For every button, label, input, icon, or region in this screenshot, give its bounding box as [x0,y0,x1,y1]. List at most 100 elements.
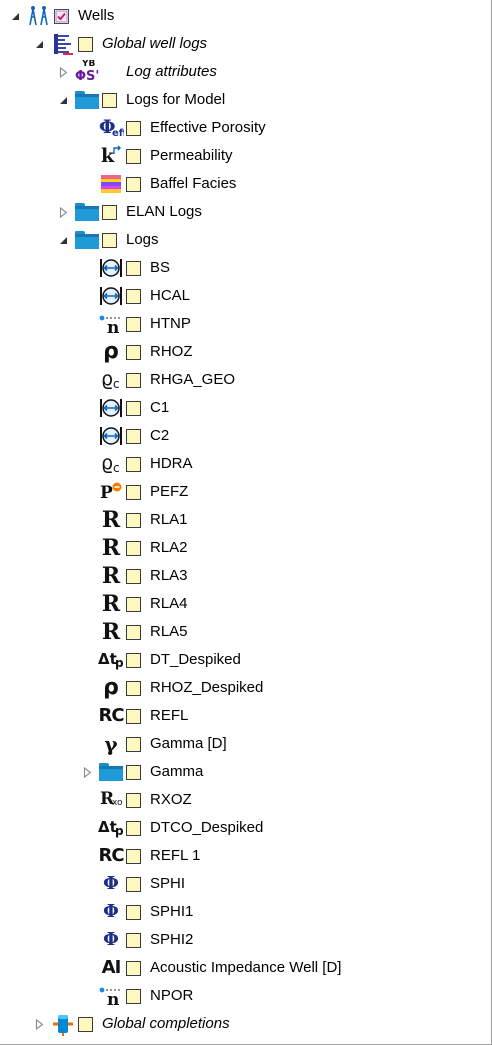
visibility-checkbox[interactable] [102,232,117,248]
visibility-checkbox[interactable] [126,428,141,444]
expanded-arrow-icon [59,96,67,104]
visibility-checkbox[interactable] [126,988,141,1004]
wells-icon [26,4,52,28]
visibility-checkbox[interactable] [126,624,141,640]
tree-node-label: RLA3 [150,567,188,584]
visibility-checkbox[interactable] [126,736,141,752]
visibility-checkbox[interactable] [126,344,141,360]
expander-toggle[interactable] [56,65,70,79]
density-icon: ρ [103,676,119,700]
tree-node-refl[interactable]: RC REFL [80,702,188,730]
tree-node-hdra[interactable]: ϱ c HDRA [80,450,193,478]
tree-node-htnp[interactable]: n HTNP [80,310,191,338]
visibility-checkbox[interactable] [126,120,141,136]
porosity-icon: Φ [103,901,119,922]
visibility-checkbox[interactable] [126,568,141,584]
tree-node-label: C2 [150,427,170,444]
tree-node-rla5[interactable]: R RLA5 [80,618,188,646]
tree-node-sphi1[interactable]: Φ SPHI1 [80,898,193,926]
tree-node-hcal[interactable]: HCAL [80,282,190,310]
visibility-checkbox[interactable] [126,904,141,920]
tree-node-global-well-logs[interactable]: Global well logs [32,30,207,58]
tree-node-sphi2[interactable]: Φ SPHI2 [80,926,193,954]
tree-node-acoustic-impedance-well-d[interactable]: AI Acoustic Impedance Well [D] [80,954,342,982]
tree-node-gamma[interactable]: Gamma [80,758,203,786]
expander-toggle[interactable] [8,9,22,23]
visibility-checkbox[interactable] [126,932,141,948]
tree-node-rla1[interactable]: R RLA1 [80,506,188,534]
visibility-checkbox[interactable] [54,8,69,24]
visibility-checkbox[interactable] [126,512,141,528]
tree-node-baffel-facies[interactable]: Baffel Facies [80,170,236,198]
visibility-checkbox[interactable] [126,260,141,276]
visibility-checkbox[interactable] [126,316,141,332]
visibility-checkbox[interactable] [78,36,93,52]
tree-node-c2[interactable]: C2 [80,422,169,450]
checkmark-icon [55,10,68,22]
visibility-checkbox[interactable] [78,1016,93,1032]
tree-node-bs[interactable]: BS [80,254,170,282]
expander-toggle[interactable] [32,1017,46,1031]
expander-toggle[interactable] [56,205,70,219]
visibility-checkbox[interactable] [126,484,141,500]
visibility-checkbox[interactable] [126,792,141,808]
tree-node-pefz[interactable]: P PEFZ [80,478,188,506]
tree-node-refl-1[interactable]: RC REFL 1 [80,842,200,870]
tree-node-global-completions[interactable]: Global completions [32,1010,230,1038]
expander-toggle[interactable] [56,233,70,247]
tree-node-dtco-despiked[interactable]: Δt p DTCO_Despiked [80,814,263,842]
effective-porosity-icon: Φeff [99,116,124,139]
tree-node-c1[interactable]: C1 [80,394,169,422]
visibility-checkbox[interactable] [126,680,141,696]
tree-node-sphi[interactable]: Φ SPHI [80,870,185,898]
tree-node-wells[interactable]: Wells [8,2,114,30]
tree-node-label: REFL [150,707,189,724]
visibility-checkbox[interactable] [126,708,141,724]
tree-node-rxoz[interactable]: Rxo RXOZ [80,786,192,814]
visibility-checkbox[interactable] [102,204,117,220]
visibility-checkbox[interactable] [126,820,141,836]
tree-node-gamma-d[interactable]: γ Gamma [D] [80,730,226,758]
visibility-checkbox[interactable] [126,540,141,556]
tree-node-label: HCAL [150,287,191,304]
tree-node-label: RHOZ_Despiked [150,679,264,696]
visibility-checkbox[interactable] [126,456,141,472]
tree-node-permeability[interactable]: k Permeability [80,142,233,170]
tree-node-log-attributes[interactable]: YB ΦS' Log attributes [56,58,217,86]
visibility-checkbox[interactable] [102,92,117,108]
tree-node-rla4[interactable]: R RLA4 [80,590,188,618]
permeability-icon: k [98,144,124,168]
visibility-checkbox[interactable] [126,848,141,864]
folder-icon [74,88,100,112]
tree-node-logs-for-model[interactable]: Logs for Model [56,86,225,114]
visibility-checkbox[interactable] [126,764,141,780]
expander-toggle[interactable] [56,93,70,107]
tree-node-rla2[interactable]: R RLA2 [80,534,188,562]
tree-node-rhoz[interactable]: ρ RHOZ [80,338,192,366]
tree-node-logs[interactable]: Logs [56,226,159,254]
visibility-checkbox[interactable] [126,596,141,612]
tree-node-rhoz-despiked[interactable]: ρ RHOZ_Despiked [80,674,263,702]
visibility-checkbox[interactable] [126,372,141,388]
visibility-checkbox[interactable] [126,876,141,892]
tree-node-elan-logs[interactable]: ELAN Logs [56,198,202,226]
visibility-checkbox[interactable] [126,288,141,304]
visibility-checkbox[interactable] [126,960,141,976]
visibility-checkbox[interactable] [126,148,141,164]
visibility-checkbox[interactable] [126,652,141,668]
tree-node-rhga-geo[interactable]: ϱ c RHGA_GEO [80,366,235,394]
tree-node-effective-porosity[interactable]: Φeff Effective Porosity [80,114,266,142]
visibility-checkbox[interactable] [126,176,141,192]
expander-toggle[interactable] [32,37,46,51]
global-logs-icon [50,32,76,56]
tree-node-dt-despiked[interactable]: Δt p DT_Despiked [80,646,241,674]
tree-node-rla3[interactable]: R RLA3 [80,562,188,590]
expander-toggle[interactable] [80,765,94,779]
visibility-checkbox[interactable] [126,400,141,416]
tree-node-npor[interactable]: n NPOR [80,982,193,1010]
density-correction-icon: ϱc [101,452,120,475]
tree-node-label: REFL 1 [150,847,201,864]
